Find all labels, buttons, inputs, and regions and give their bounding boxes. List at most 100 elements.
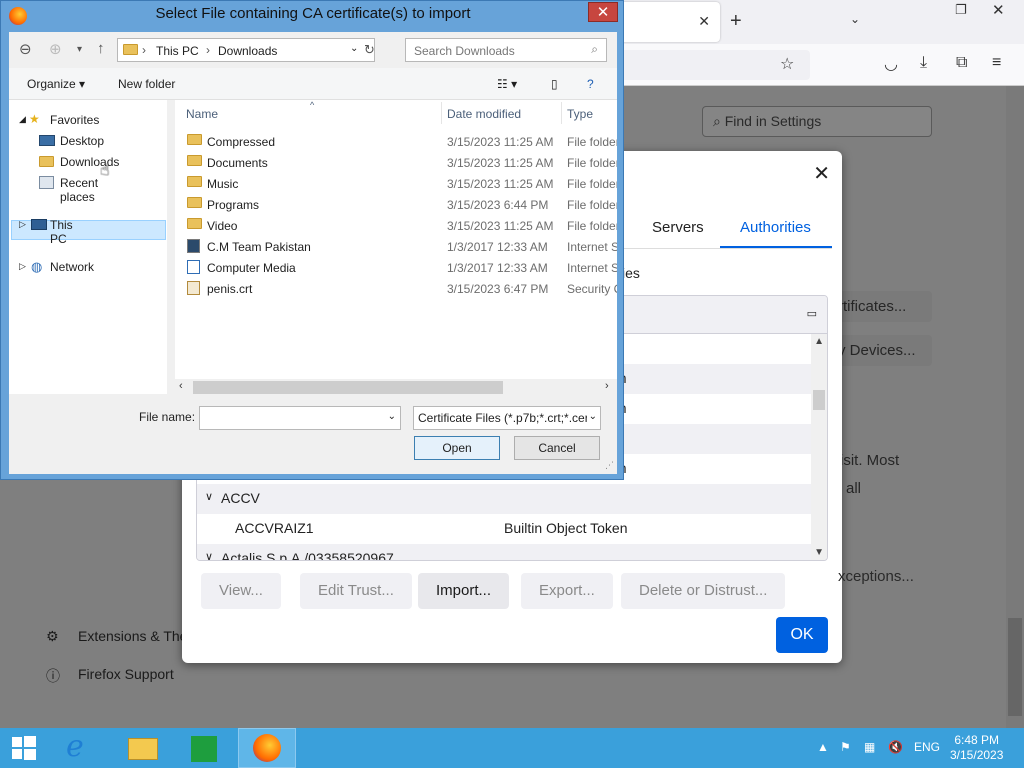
scroll-down-icon[interactable]: ▼ bbox=[814, 547, 824, 558]
column-header-name[interactable]: Name bbox=[186, 107, 218, 121]
help-icon: ⓘ bbox=[46, 668, 60, 684]
export-button[interactable]: Export... bbox=[521, 573, 613, 609]
refresh-icon[interactable]: ↻ bbox=[364, 42, 375, 58]
new-folder-button[interactable]: New folder bbox=[118, 77, 175, 91]
tree-group-row[interactable]: ∨ Actalis S.p.A./03358520967 bbox=[197, 544, 811, 561]
forward-icon[interactable]: ⊕ bbox=[49, 40, 62, 58]
view-certificates-button[interactable]: rtificates... bbox=[828, 291, 932, 322]
authorities-intro-text: ies bbox=[622, 265, 640, 281]
folder-icon bbox=[187, 218, 202, 229]
recent-locations-icon[interactable]: ▾ bbox=[77, 44, 82, 55]
action-center-icon[interactable]: ⚑ bbox=[840, 740, 851, 754]
column-header-date[interactable]: Date modified bbox=[447, 107, 521, 121]
downloads-folder-icon bbox=[39, 156, 54, 167]
delete-or-distrust-button[interactable]: Delete or Distrust... bbox=[621, 573, 786, 609]
file-row[interactable]: Video 3/15/2023 11:25 AM File folder bbox=[175, 215, 617, 236]
file-row[interactable]: Compressed 3/15/2023 11:25 AM File folde… bbox=[175, 131, 617, 152]
chevron-down-icon[interactable]: ⌄ bbox=[388, 411, 396, 422]
back-icon[interactable]: ⊖ bbox=[19, 40, 32, 58]
file-type-select[interactable]: Certificate Files (*.p7b;*.crt;*.cert ⌄ bbox=[413, 406, 601, 430]
address-bar[interactable]: › This PC › Downloads ⌄ ↻ bbox=[117, 38, 375, 62]
internet-explorer-icon[interactable]: e bbox=[54, 728, 110, 768]
file-row[interactable]: penis.crt 3/15/2023 6:47 PM Security C bbox=[175, 278, 617, 299]
tab-servers[interactable]: Servers bbox=[652, 219, 704, 236]
exceptions-button[interactable]: xceptions... bbox=[838, 568, 914, 585]
start-button[interactable] bbox=[0, 728, 56, 768]
resize-grip-icon[interactable]: ⋰ bbox=[605, 460, 614, 471]
tab-close-icon[interactable]: ✕ bbox=[698, 13, 710, 30]
file-explorer-icon[interactable] bbox=[114, 728, 170, 768]
ok-button[interactable]: OK bbox=[776, 617, 828, 653]
column-header-type[interactable]: Type bbox=[567, 107, 593, 121]
search-input[interactable]: Search Downloads ⌕ bbox=[405, 38, 607, 62]
file-row[interactable]: Computer Media 1/3/2017 12:33 AM Interne… bbox=[175, 257, 617, 278]
collapsed-arrow-icon[interactable]: ▷ bbox=[19, 219, 26, 230]
menu-icon[interactable]: ≡ bbox=[992, 54, 1001, 72]
find-in-settings-input[interactable]: ⌕ Find in Settings bbox=[702, 106, 932, 137]
file-name-input[interactable]: ⌄ bbox=[199, 406, 401, 430]
file-row[interactable]: Music 3/15/2023 11:25 AM File folder bbox=[175, 173, 617, 194]
new-tab-icon[interactable]: + bbox=[730, 10, 742, 33]
chevron-down-icon: ∨ bbox=[205, 491, 214, 503]
file-list: Name ^ Date modified Type Compressed 3/1… bbox=[175, 100, 617, 394]
chevron-down-icon: ∨ bbox=[205, 551, 214, 561]
view-button[interactable]: View... bbox=[201, 573, 281, 609]
breadcrumb-separator-icon: › bbox=[142, 43, 146, 57]
hand-cursor-icon: ☝ bbox=[100, 162, 110, 179]
language-indicator[interactable]: ENG bbox=[914, 740, 940, 754]
horizontal-scroll-thumb[interactable] bbox=[193, 381, 503, 394]
cancel-button[interactable]: Cancel bbox=[514, 436, 600, 460]
view-options-icon[interactable]: ☷ ▾ bbox=[497, 77, 517, 91]
column-divider[interactable] bbox=[561, 102, 562, 124]
up-icon[interactable]: ↑ bbox=[97, 40, 105, 57]
breadcrumb-this-pc[interactable]: This PC bbox=[156, 44, 199, 58]
edit-trust-button[interactable]: Edit Trust... bbox=[300, 573, 412, 609]
store-icon[interactable] bbox=[176, 728, 232, 768]
organize-button[interactable]: Organize ▾ bbox=[27, 77, 85, 91]
clock-time: 6:48 PM bbox=[954, 733, 1000, 747]
tree-group-row[interactable]: ∨ ACCV bbox=[197, 484, 811, 514]
pocket-icon[interactable]: ◡ bbox=[884, 54, 898, 74]
tree-scrollbar[interactable]: ▲ ▼ bbox=[811, 334, 827, 560]
scroll-left-icon[interactable]: ‹ bbox=[179, 380, 183, 392]
chevron-down-icon[interactable]: ⌄ bbox=[850, 12, 860, 26]
dialog-body: ⊖ ⊕ ▾ ↑ › This PC › Downloads ⌄ ↻ Search… bbox=[9, 32, 617, 474]
breadcrumb-downloads[interactable]: Downloads bbox=[218, 44, 277, 58]
expanded-arrow-icon[interactable]: ◢ bbox=[19, 114, 26, 125]
collapsed-arrow-icon[interactable]: ▷ bbox=[19, 261, 26, 272]
network-status-icon[interactable]: ▦ bbox=[864, 740, 875, 754]
help-icon[interactable]: ? bbox=[587, 77, 594, 91]
show-hidden-icons-icon[interactable]: ▲ bbox=[817, 740, 829, 754]
close-icon[interactable]: ✕ bbox=[813, 161, 830, 186]
tab-authorities[interactable]: Authorities bbox=[740, 219, 811, 236]
column-picker-icon[interactable]: ▭ bbox=[807, 307, 817, 320]
volume-muted-icon[interactable]: 🔇 bbox=[888, 740, 903, 754]
command-bar: Organize ▾ New folder ☷ ▾ ▯ ? bbox=[9, 68, 617, 100]
settings-text: isit. Most bbox=[840, 452, 900, 469]
preview-pane-icon[interactable]: ▯ bbox=[551, 77, 558, 91]
firefox-taskbar-icon[interactable] bbox=[238, 728, 296, 768]
close-window-icon[interactable]: ✕ bbox=[992, 1, 1005, 19]
import-button[interactable]: Import... bbox=[418, 573, 510, 609]
file-name-label: File name: bbox=[139, 410, 196, 424]
clock[interactable]: 6:48 PM 3/15/2023 bbox=[950, 733, 1003, 763]
scroll-right-icon[interactable]: › bbox=[605, 380, 609, 392]
scroll-up-icon[interactable]: ▲ bbox=[814, 336, 824, 347]
open-button[interactable]: Open bbox=[414, 436, 500, 460]
chevron-down-icon[interactable]: ⌄ bbox=[350, 43, 358, 54]
downloads-icon[interactable]: ⤓ bbox=[920, 54, 927, 72]
restore-window-icon[interactable]: ❐ bbox=[955, 2, 967, 18]
folder-icon bbox=[187, 155, 202, 166]
column-divider[interactable] bbox=[441, 102, 442, 124]
file-row[interactable]: Documents 3/15/2023 11:25 AM File folder bbox=[175, 152, 617, 173]
page-scroll-thumb[interactable] bbox=[1008, 618, 1022, 716]
file-row[interactable]: Programs 3/15/2023 6:44 PM File folder bbox=[175, 194, 617, 215]
security-devices-button[interactable]: y Devices... bbox=[828, 335, 932, 366]
tree-row[interactable]: ACCVRAIZ1 Builtin Object Token bbox=[197, 514, 811, 544]
close-icon[interactable]: ✕ bbox=[588, 2, 618, 22]
horizontal-scrollbar[interactable]: ‹ › bbox=[175, 379, 617, 396]
file-row[interactable]: C.M Team Pakistan 1/3/2017 12:33 AM Inte… bbox=[175, 236, 617, 257]
tree-scroll-thumb[interactable] bbox=[813, 390, 825, 410]
extensions-icon[interactable]: ⧉ bbox=[956, 54, 967, 72]
bookmark-star-icon[interactable]: ☆ bbox=[780, 54, 794, 74]
